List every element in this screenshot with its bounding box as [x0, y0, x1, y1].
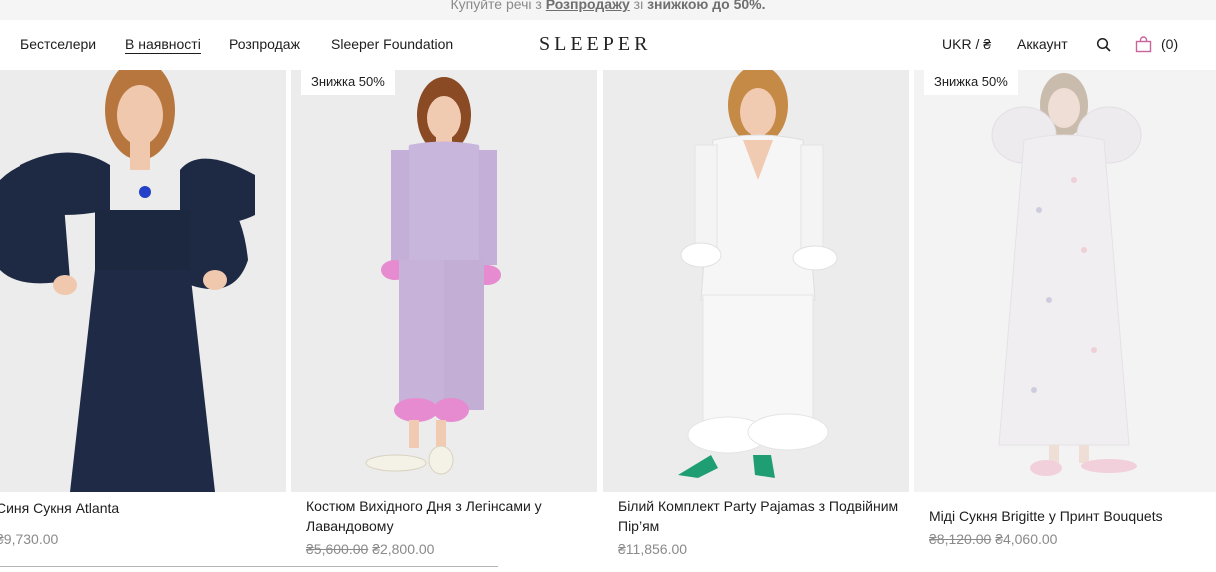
- promo-sale-link[interactable]: Розпродажу: [546, 0, 630, 12]
- promo-middle: зі: [633, 0, 644, 12]
- promo-banner: Купуйте речі з Розпродажу зі знижкою до …: [0, 0, 1216, 20]
- promo-prefix: Купуйте речі з: [450, 0, 542, 12]
- shopping-bag-icon[interactable]: [1135, 36, 1152, 58]
- promo-discount: знижкою до 50%.: [647, 0, 766, 12]
- product-image[interactable]: [603, 70, 909, 492]
- nav-in-stock[interactable]: В наявності: [125, 36, 201, 54]
- product-name[interactable]: Міді Сукня Brigitte у Принт Bouquets: [929, 506, 1214, 526]
- product-card[interactable]: Знижка 50% Міді Сукня Brigitte у Принт B…: [914, 68, 1216, 572]
- product-price: ₴5,600.00 ₴2,800.00: [306, 541, 434, 557]
- brand-logo[interactable]: SLEEPER: [539, 33, 651, 56]
- product-card[interactable]: Білий Комплект Party Pajamas з Подвійним…: [603, 70, 909, 572]
- nav-sleeper-foundation[interactable]: Sleeper Foundation: [331, 36, 453, 52]
- search-icon[interactable]: [1096, 37, 1112, 58]
- product-card[interactable]: Знижка 50% Костюм Вихідного Дня з Легінс…: [291, 68, 597, 572]
- old-price: ₴5,600.00: [306, 541, 369, 557]
- sale-price: ₴2,800.00: [372, 541, 435, 557]
- product-image[interactable]: [0, 70, 286, 492]
- currency-selector[interactable]: UKR / ₴: [942, 36, 991, 52]
- old-price: ₴8,120.00: [929, 531, 992, 547]
- discount-badge: Знижка 50%: [924, 68, 1018, 95]
- product-image[interactable]: [291, 70, 597, 492]
- product-name[interactable]: Синя Сукня Atlanta: [0, 498, 286, 518]
- product-image[interactable]: [914, 70, 1216, 492]
- nav-bestsellers[interactable]: Бестселери: [20, 36, 96, 52]
- product-name[interactable]: Костюм Вихідного Дня з Легінсами у Лаван…: [306, 496, 581, 536]
- account-link[interactable]: Аккаунт: [1017, 36, 1068, 52]
- top-navigation: Бестселери В наявності Розпродаж Sleeper…: [0, 20, 1216, 70]
- horizontal-scrollbar[interactable]: [0, 566, 498, 567]
- product-grid: Синя Сукня Atlanta ₴9,730.00 Знижка 50% …: [0, 68, 1216, 572]
- product-price: ₴9,730.00: [0, 531, 59, 547]
- product-price: ₴11,856.00: [618, 541, 688, 557]
- product-card[interactable]: Синя Сукня Atlanta ₴9,730.00: [0, 70, 286, 572]
- nav-sale[interactable]: Розпродаж: [229, 36, 300, 52]
- product-price: ₴8,120.00 ₴4,060.00: [929, 531, 1057, 547]
- sale-price: ₴4,060.00: [995, 531, 1058, 547]
- product-name[interactable]: Білий Комплект Party Pajamas з Подвійним…: [618, 496, 908, 536]
- cart-count[interactable]: (0): [1161, 36, 1178, 52]
- discount-badge: Знижка 50%: [301, 68, 395, 95]
